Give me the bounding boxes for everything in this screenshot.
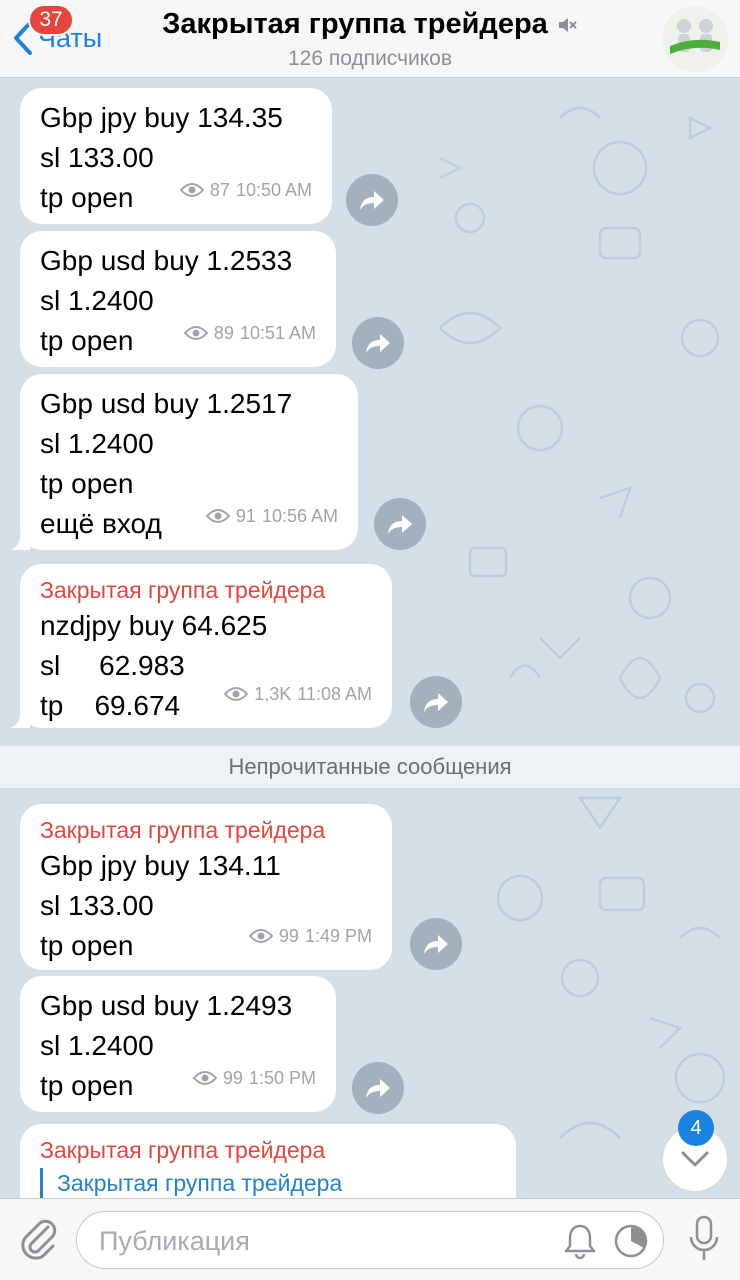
- view-count: 89: [213, 323, 234, 343]
- unread-messages-divider: Непрочитанные сообщения: [0, 746, 740, 788]
- message-bubble[interactable]: Закрытая группа трейдера nzdjpy buy 64.6…: [10, 564, 392, 728]
- bubble-tail: [10, 530, 30, 550]
- message-time: 1:50 PM: [248, 1068, 316, 1088]
- message-bubble[interactable]: Закрытая группа трейдера Закрытая группа…: [20, 1124, 516, 1198]
- message-line: Gbp usd buy 1.2533: [40, 245, 293, 276]
- schedule-icon[interactable]: [613, 1223, 649, 1259]
- message-time: 1:49 PM: [304, 926, 372, 946]
- mute-icon: [558, 17, 577, 32]
- message-sender: Закрытая группа трейдера: [40, 577, 326, 603]
- share-arrow-icon: [366, 334, 390, 353]
- share-button[interactable]: [410, 918, 462, 970]
- eye-icon: [179, 183, 204, 197]
- message-meta: 87 10:50 AM: [179, 170, 312, 210]
- message-time: 10:56 AM: [261, 506, 338, 526]
- share-button[interactable]: [352, 317, 404, 369]
- message-bubble[interactable]: Gbp usd buy 1.2533 sl 1.2400 tp open 89 …: [20, 231, 336, 367]
- eye-icon: [183, 326, 208, 340]
- view-count: 99: [278, 926, 299, 946]
- chevron-down-icon: [681, 1151, 709, 1167]
- bubble-tail: [10, 708, 30, 728]
- share-arrow-icon: [366, 1079, 390, 1098]
- paperclip-icon[interactable]: [18, 1217, 58, 1261]
- message-list[interactable]: Gbp jpy buy 134.35 sl 133.00 tp open 87 …: [0, 78, 740, 1198]
- message-sender: Закрытая группа трейдера: [40, 1137, 326, 1163]
- chat-header: Чаты 37 Закрытая группа трейдера 126 под…: [0, 0, 740, 78]
- chat-title-area[interactable]: Закрытая группа трейдера 126 подписчиков: [150, 8, 590, 71]
- eye-icon: [224, 687, 249, 701]
- share-button[interactable]: [352, 1062, 404, 1114]
- message-line: sl 1.2400: [40, 428, 154, 459]
- eye-icon: [248, 929, 273, 943]
- share-arrow-icon: [424, 935, 448, 954]
- message-input[interactable]: Публикация: [76, 1211, 664, 1269]
- message-sender: Закрытая группа трейдера: [40, 817, 326, 843]
- share-button[interactable]: [346, 174, 398, 226]
- view-count: 99: [222, 1068, 243, 1088]
- message-meta: 99 1:49 PM: [248, 916, 372, 956]
- scroll-down-badge: 4: [678, 1110, 714, 1146]
- share-arrow-icon: [388, 515, 412, 534]
- channel-avatar[interactable]: [662, 6, 728, 72]
- chat-title: Закрытая группа трейдера: [162, 8, 548, 40]
- message-line: Gbp jpy buy 134.35: [40, 102, 283, 133]
- message-line: nzdjpy buy 64.625: [40, 610, 268, 641]
- share-button[interactable]: [410, 676, 462, 728]
- message-bubble[interactable]: Закрытая группа трейдера Gbp jpy buy 134…: [20, 804, 392, 970]
- message-line: Gbp usd buy 1.2517: [40, 388, 293, 419]
- microphone-icon[interactable]: [688, 1215, 720, 1263]
- message-bubble[interactable]: Gbp usd buy 1.2517 sl 1.2400 tp open ещё…: [10, 374, 358, 550]
- message-bubble[interactable]: Gbp jpy buy 134.35 sl 133.00 tp open 87 …: [20, 88, 332, 224]
- subscriber-count: 126 подписчиков: [287, 47, 452, 70]
- message-time: 10:51 AM: [239, 323, 316, 343]
- bell-icon[interactable]: [563, 1223, 597, 1259]
- message-bubble[interactable]: Gbp usd buy 1.2493 sl 1.2400 tp open 99 …: [20, 976, 336, 1112]
- view-count: 91: [235, 506, 256, 526]
- input-placeholder: Публикация: [99, 1226, 250, 1256]
- unread-count-badge: 37: [28, 4, 74, 36]
- input-bar: Публикация: [0, 1198, 740, 1280]
- view-count: 1,3K: [254, 684, 292, 704]
- message-line: Gbp usd buy 1.2493: [40, 990, 293, 1021]
- eye-icon: [205, 509, 230, 523]
- message-time: 11:08 AM: [297, 684, 372, 704]
- share-arrow-icon: [360, 191, 384, 210]
- message-time: 10:50 AM: [235, 180, 312, 200]
- message-meta: 91 10:56 AM: [205, 496, 338, 536]
- share-arrow-icon: [424, 693, 448, 712]
- message-meta: 89 10:51 AM: [183, 313, 316, 353]
- message-meta: 1,3K 11:08 AM: [224, 674, 372, 714]
- view-count: 87: [209, 180, 230, 200]
- message-meta: 99 1:50 PM: [192, 1058, 316, 1098]
- share-button[interactable]: [374, 498, 426, 550]
- message-line: Gbp jpy buy 134.11: [40, 850, 281, 881]
- forwarded-from[interactable]: Закрытая группа трейдера: [40, 1168, 496, 1198]
- eye-icon: [192, 1071, 217, 1085]
